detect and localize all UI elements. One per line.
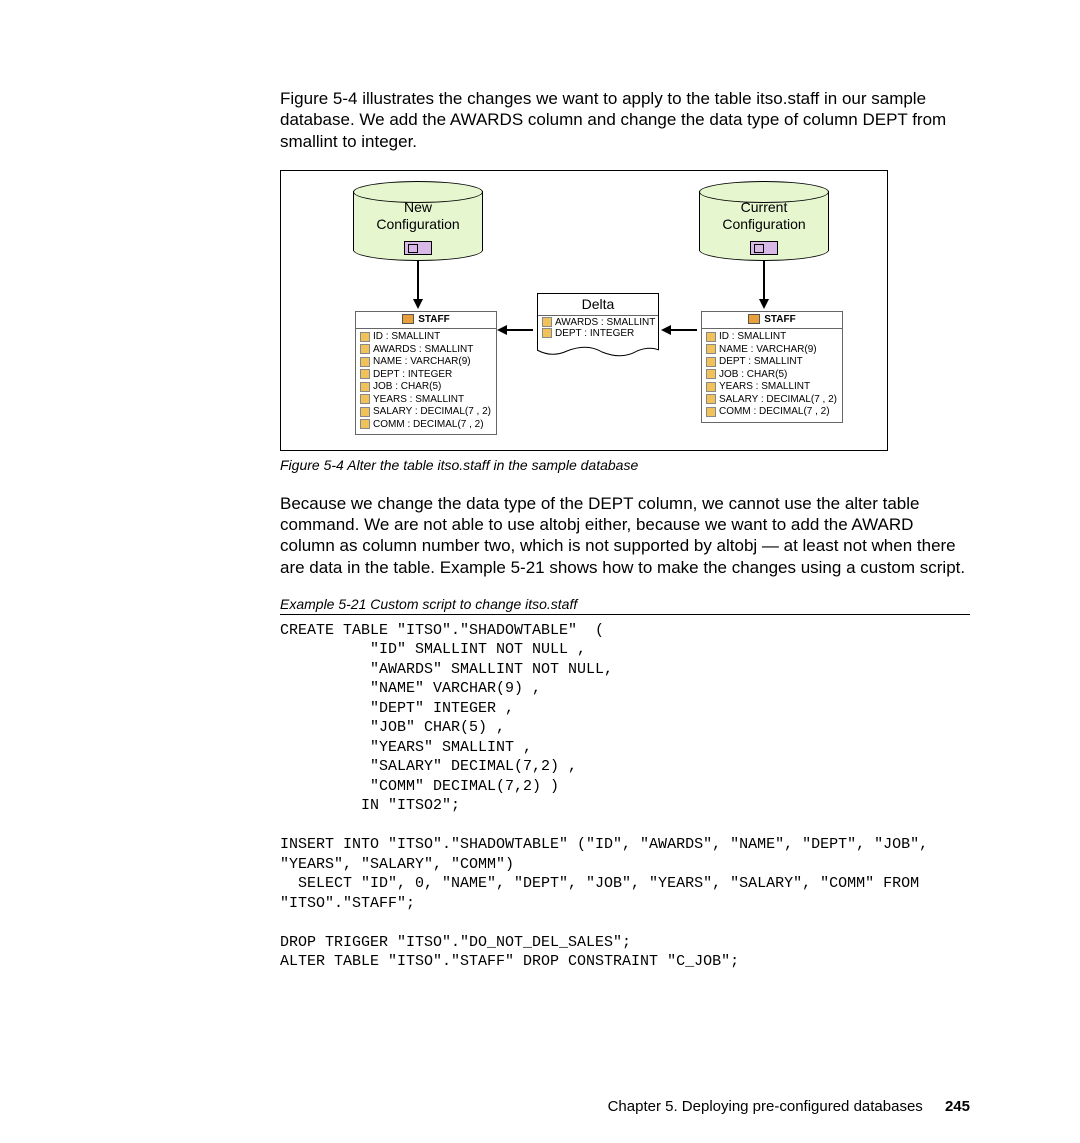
column-text: SALARY : DECIMAL(7 , 2): [719, 394, 837, 405]
arrow-down-icon: [759, 299, 769, 309]
column-text: NAME : VARCHAR(9): [373, 356, 471, 367]
db-table-icon: [750, 241, 778, 255]
column-icon: [360, 382, 370, 392]
column-row: DEPT : INTEGER: [542, 328, 654, 339]
arrow-down-icon: [413, 299, 423, 309]
page-footer: Chapter 5. Deploying pre-configured data…: [608, 1098, 970, 1115]
column-icon: [360, 407, 370, 417]
column-row: COMM : DECIMAL(7 , 2): [360, 419, 492, 432]
delta-label: Delta: [538, 294, 658, 316]
current-config-label: Current Configuration: [699, 199, 829, 233]
column-text: COMM : DECIMAL(7 , 2): [373, 419, 484, 430]
table-icon: [748, 314, 760, 324]
delta-box: Delta AWARDS : SMALLINTDEPT : INTEGER: [537, 293, 659, 350]
example-rule: [280, 614, 970, 615]
column-icon: [360, 419, 370, 429]
column-text: DEPT : INTEGER: [373, 369, 452, 380]
table-title: STAFF: [418, 314, 449, 325]
column-row: ID : SMALLINT: [360, 331, 492, 344]
column-row: YEARS : SMALLINT: [360, 394, 492, 407]
column-icon: [542, 317, 552, 327]
column-text: COMM : DECIMAL(7 , 2): [719, 406, 830, 417]
column-row: SALARY : DECIMAL(7 , 2): [706, 394, 838, 407]
column-icon: [706, 407, 716, 417]
staff-table-new: STAFF ID : SMALLINT AWARDS : SMALLINTNAME…: [355, 311, 497, 436]
column-icon: [706, 357, 716, 367]
column-icon: [360, 332, 370, 342]
column-icon: [542, 328, 552, 338]
db-table-icon: [404, 241, 432, 255]
column-icon: [360, 394, 370, 404]
column-row: DEPT : INTEGER: [360, 369, 492, 382]
figure-caption: Figure 5-4 Alter the table itso.staff in…: [280, 457, 970, 473]
column-text: YEARS : SMALLINT: [719, 381, 810, 392]
column-row: NAME : VARCHAR(9): [706, 344, 838, 357]
column-row: NAME : VARCHAR(9): [360, 356, 492, 369]
column-text: SALARY : DECIMAL(7 , 2): [373, 406, 491, 417]
column-text: ID : SMALLINT: [373, 331, 440, 342]
table-title: STAFF: [764, 314, 795, 325]
column-icon: [360, 357, 370, 367]
figure-5-4: New Configuration Current Configuration …: [280, 170, 888, 451]
column-icon: [706, 382, 716, 392]
column-text: AWARDS : SMALLINT: [373, 344, 473, 355]
column-row: DEPT : SMALLINT: [706, 356, 838, 369]
column-row: COMM : DECIMAL(7 , 2): [706, 406, 838, 419]
column-icon: [706, 332, 716, 342]
page-number: 245: [945, 1098, 970, 1115]
column-row: JOB : CHAR(5): [360, 381, 492, 394]
db-cylinder-new: New Configuration: [353, 181, 483, 261]
column-row: AWARDS : SMALLINT: [360, 344, 492, 357]
column-text: JOB : CHAR(5): [719, 369, 787, 380]
column-row: JOB : CHAR(5): [706, 369, 838, 382]
column-text: DEPT : INTEGER: [555, 328, 634, 339]
new-config-label: New Configuration: [353, 199, 483, 233]
column-text: JOB : CHAR(5): [373, 381, 441, 392]
intro-paragraph: Figure 5-4 illustrates the changes we wa…: [280, 88, 970, 152]
db-cylinder-current: Current Configuration: [699, 181, 829, 261]
column-text: AWARDS : SMALLINT: [555, 317, 655, 328]
arrow-left-icon: [497, 325, 507, 335]
column-text: YEARS : SMALLINT: [373, 394, 464, 405]
column-icon: [360, 344, 370, 354]
column-icon: [706, 394, 716, 404]
column-icon: [706, 344, 716, 354]
arrow-left-icon: [661, 325, 671, 335]
column-text: NAME : VARCHAR(9): [719, 344, 817, 355]
example-caption: Example 5-21 Custom script to change its…: [280, 596, 970, 612]
example-code: CREATE TABLE "ITSO"."SHADOWTABLE" ( "ID"…: [280, 621, 970, 972]
column-icon: [706, 369, 716, 379]
mid-paragraph: Because we change the data type of the D…: [280, 493, 970, 578]
column-text: ID : SMALLINT: [719, 331, 786, 342]
column-icon: [360, 369, 370, 379]
column-row: SALARY : DECIMAL(7 , 2): [360, 406, 492, 419]
chapter-label: Chapter 5. Deploying pre-configured data…: [608, 1098, 923, 1115]
column-row: AWARDS : SMALLINT: [542, 317, 654, 328]
column-text: DEPT : SMALLINT: [719, 356, 803, 367]
column-row: YEARS : SMALLINT: [706, 381, 838, 394]
staff-table-current: STAFF ID : SMALLINT NAME : VARCHAR(9)DEPT…: [701, 311, 843, 423]
table-icon: [402, 314, 414, 324]
column-row: ID : SMALLINT: [706, 331, 838, 344]
